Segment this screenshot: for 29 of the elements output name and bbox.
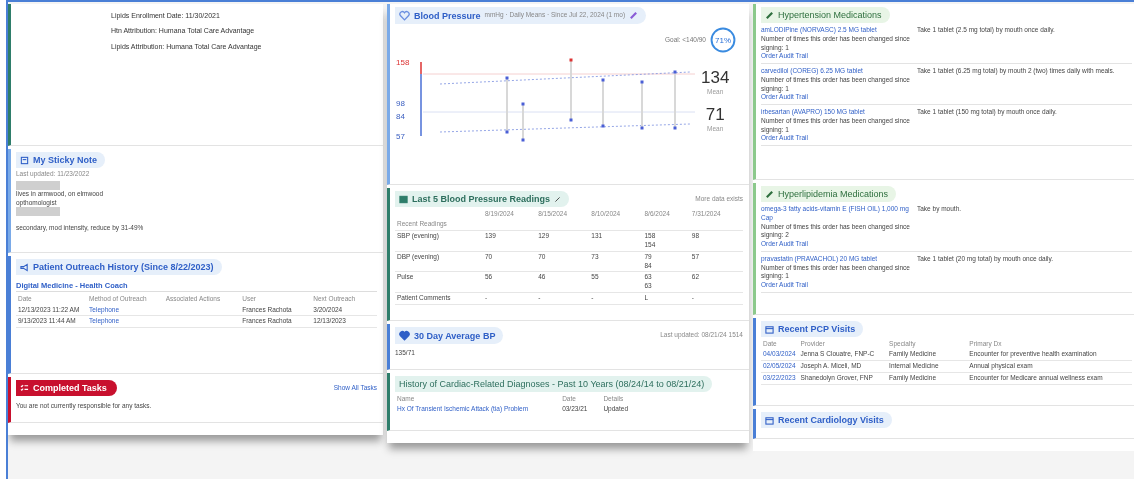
checklist-icon — [20, 383, 29, 393]
diagnoses-header: History of Cardiac-Related Diagnoses - Past 10 Years (08/24/14 to 08/21/24) — [395, 376, 713, 392]
axis-label: 98 — [396, 99, 405, 108]
axis-label: 84 — [396, 112, 405, 121]
table-icon — [399, 194, 408, 204]
cardiology-visits-header: Recent Cardiology Visits — [761, 412, 892, 428]
calendar-icon — [765, 415, 774, 425]
calendar-icon — [765, 324, 774, 334]
mean-value: 71 — [705, 105, 725, 125]
pcp-visits-header: Recent PCP Visits — [761, 321, 864, 337]
medications-header: Hypertension Medications — [761, 7, 890, 23]
readings-header: Last 5 Blood Pressure Readings — [395, 191, 570, 207]
medications-header: Hyperlipidemia Medications — [761, 186, 897, 202]
goal-percent-text: 71% — [715, 35, 731, 45]
average-bp-header: 30 Day Average BP — [395, 327, 504, 344]
heart-icon — [399, 10, 410, 21]
goal-ring — [709, 26, 737, 54]
note-icon — [20, 155, 29, 165]
axis-label: 158 — [396, 58, 410, 67]
mean-value: 134 — [701, 68, 730, 89]
pencil-icon — [554, 195, 562, 203]
axis-label: 57 — [396, 132, 405, 141]
sticky-note-header: My Sticky Note — [16, 152, 106, 168]
tasks-header: Completed Tasks — [16, 380, 117, 396]
redacted-block — [16, 207, 60, 217]
heart-icon — [399, 330, 410, 341]
outreach-header: Patient Outreach History (Since 8/22/2023) — [16, 259, 222, 275]
megaphone-icon — [20, 262, 29, 272]
redacted-block — [16, 180, 60, 190]
